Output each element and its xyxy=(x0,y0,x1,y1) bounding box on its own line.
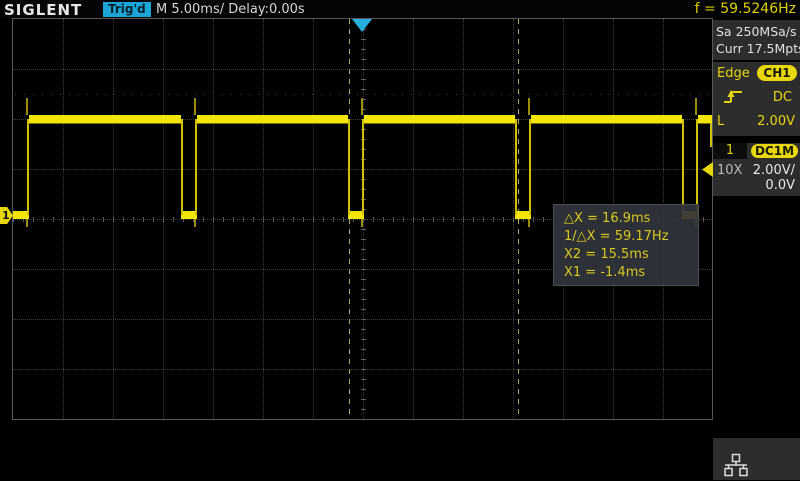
waveform-overshoot-spike xyxy=(26,98,28,115)
waveform-undershoot-spike xyxy=(361,219,363,227)
trigger-level-value: 2.00V xyxy=(757,114,795,129)
lan-network-icon[interactable] xyxy=(721,453,751,481)
cursor-x2: X2 = 15.5ms xyxy=(564,246,698,264)
cursor-x1-line[interactable] xyxy=(349,19,350,419)
trigger-source-chip[interactable]: CH1 xyxy=(757,65,797,81)
waveform-falling-edge xyxy=(348,119,350,215)
probe-attenuation: 10X xyxy=(717,163,742,178)
oscilloscope-screen: { "header": { "logo": "SIGLENT", "trigge… xyxy=(0,0,800,480)
trigger-position-marker[interactable] xyxy=(352,19,372,32)
waveform-overshoot-spike xyxy=(194,98,196,115)
siglent-logo: SIGLENT xyxy=(4,1,82,19)
waveform-falling-edge xyxy=(682,119,684,215)
waveform-high-segment xyxy=(698,115,712,123)
cursor-x1: X1 = -1.4ms xyxy=(564,264,698,282)
waveform-rising-edge xyxy=(362,119,364,215)
waveform-overshoot-spike xyxy=(361,98,363,115)
vertical-offset: 0.0V xyxy=(765,178,795,193)
sample-rate: Sa 250MSa/s xyxy=(713,23,800,40)
waveform-undershoot-spike xyxy=(26,219,28,227)
trigger-settings-box[interactable]: Edge CH1 DC L 2.00V xyxy=(713,62,800,136)
cursor-delta-x: △X = 16.9ms xyxy=(564,210,698,228)
waveform-overshoot-spike xyxy=(528,98,530,115)
trigger-type-label: Edge xyxy=(717,66,750,81)
rising-edge-icon xyxy=(722,88,744,110)
waveform-high-segment xyxy=(531,115,682,123)
waveform-high-segment xyxy=(29,115,181,123)
waveform-undershoot-spike xyxy=(194,219,196,227)
waveform-rising-edge xyxy=(195,119,197,215)
waveform-undershoot-spike xyxy=(528,219,530,227)
waveform-rising-edge xyxy=(696,119,698,215)
waveform-falling-edge xyxy=(515,119,517,215)
trigger-coupling-value: DC xyxy=(773,90,792,105)
trigger-status-badge: Trig'd xyxy=(103,2,151,17)
waveform-high-segment xyxy=(197,115,348,123)
io-status-box xyxy=(713,438,800,480)
waveform-overshoot-spike xyxy=(695,98,697,115)
side-info-panel: Sa 250MSa/s Curr 17.5Mpts Edge CH1 DC L … xyxy=(713,0,800,480)
waveform-rising-edge xyxy=(27,119,29,215)
cursor-inv-delta-x: 1/△X = 59.17Hz xyxy=(564,228,698,246)
trigger-level-label: L xyxy=(717,114,724,129)
channel-number-badge[interactable]: 1 xyxy=(713,143,747,159)
waveform-high-segment xyxy=(364,115,515,123)
top-status-bar: SIGLENT Trig'd M 5.00ms/ Delay:0.00s f =… xyxy=(0,0,800,19)
waveform-falling-edge xyxy=(181,119,183,215)
acquisition-info-box: Sa 250MSa/s Curr 17.5Mpts xyxy=(713,20,800,60)
cursor-x2-line[interactable] xyxy=(518,19,519,419)
memory-depth: Curr 17.5Mpts xyxy=(713,40,800,57)
vertical-scale: 2.00V/ xyxy=(753,163,795,178)
cursor-measurement-box: △X = 16.9ms 1/△X = 59.17Hz X2 = 15.5ms X… xyxy=(553,204,699,286)
waveform-edge-artifact xyxy=(710,123,712,147)
waveform-rising-edge xyxy=(529,119,531,215)
channel-coupling-chip[interactable]: DC1M xyxy=(751,144,798,158)
timebase-readout[interactable]: M 5.00ms/ Delay:0.00s xyxy=(156,2,305,17)
channel1-info-box[interactable]: 1 DC1M 10X 2.00V/ 0.0V xyxy=(713,143,800,196)
